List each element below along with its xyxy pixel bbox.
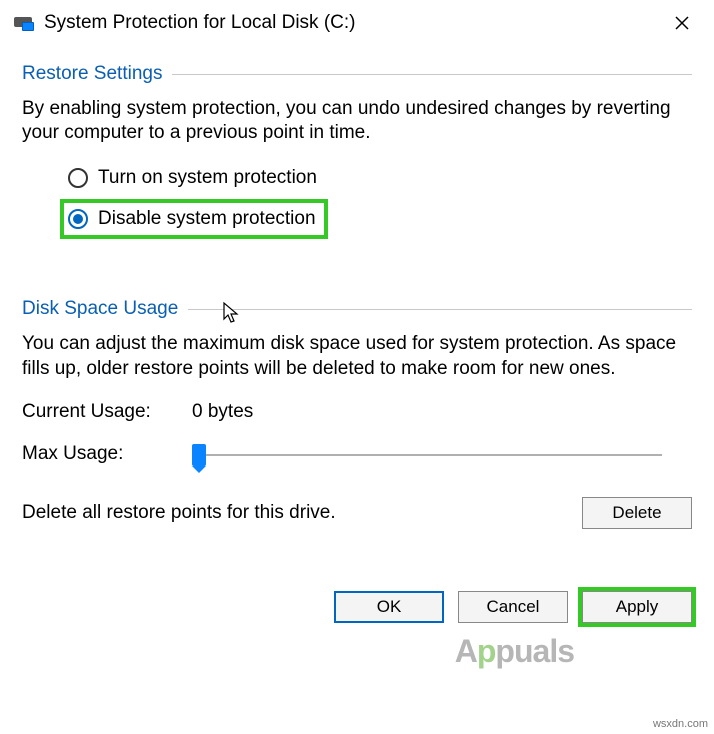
separator [188,309,692,310]
restore-settings-group-header: Restore Settings [22,62,692,87]
turn-on-protection-label: Turn on system protection [98,166,317,191]
separator [172,74,692,75]
delete-description: Delete all restore points for this drive… [22,501,562,526]
max-usage-row: Max Usage: [22,442,692,467]
titlebar: System Protection for Local Disk (C:) [0,0,714,44]
disk-space-legend: Disk Space Usage [22,297,188,322]
radio-unchecked-icon [68,168,88,188]
max-usage-label: Max Usage: [22,442,192,467]
slider-track [192,454,662,456]
current-usage-value: 0 bytes [192,400,253,425]
dialog-content: Restore Settings By enabling system prot… [0,44,714,529]
ok-button[interactable]: OK [334,591,444,623]
slider-thumb[interactable] [192,444,206,466]
current-usage-row: Current Usage: 0 bytes [22,400,692,425]
max-usage-slider[interactable] [192,454,692,456]
disable-protection-label: Disable system protection [98,207,316,232]
delete-restore-points-row: Delete all restore points for this drive… [22,497,692,529]
restore-settings-legend: Restore Settings [22,62,172,87]
disk-space-group-header: Disk Space Usage [22,297,692,322]
protection-radio-group: Turn on system protection Disable system… [62,160,692,237]
current-usage-label: Current Usage: [22,400,192,425]
restore-settings-description: By enabling system protection, you can u… [22,97,692,146]
source-attribution: wsxdn.com [653,718,708,730]
apply-button[interactable]: Apply [582,591,692,623]
dialog-footer: OK Cancel Apply [0,591,714,639]
close-button[interactable] [660,7,704,39]
delete-button[interactable]: Delete [582,497,692,529]
disable-protection-radio[interactable]: Disable system protection [62,201,326,238]
close-icon [674,15,690,31]
turn-on-protection-radio[interactable]: Turn on system protection [62,160,692,197]
drive-protection-icon [14,15,34,31]
cancel-button[interactable]: Cancel [458,591,568,623]
disk-space-description: You can adjust the maximum disk space us… [22,332,692,381]
radio-checked-icon [68,209,88,229]
cursor-icon [222,301,242,325]
window-title: System Protection for Local Disk (C:) [44,12,660,34]
